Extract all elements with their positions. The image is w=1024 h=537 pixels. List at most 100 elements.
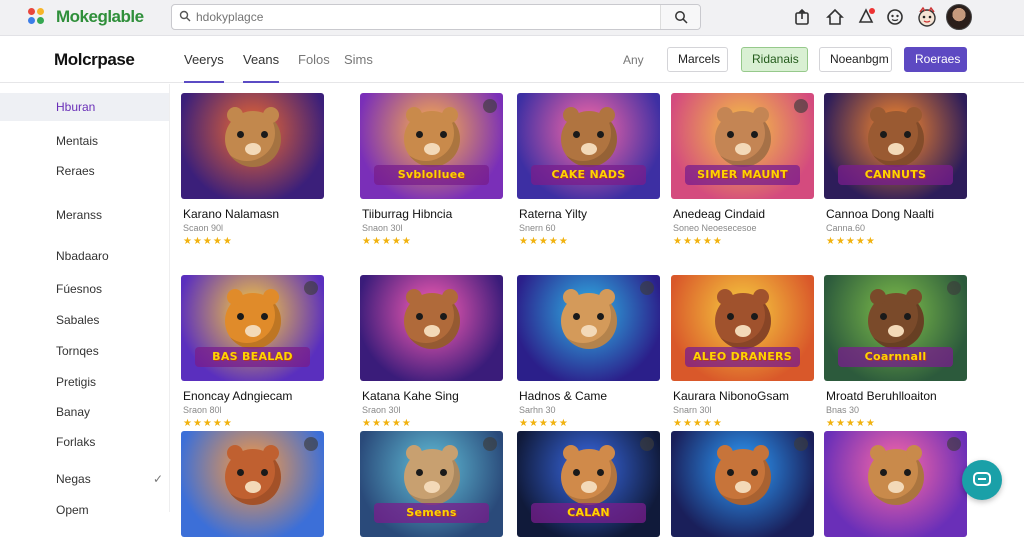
tab-veerys[interactable]: Veerys — [184, 52, 224, 83]
game-title[interactable]: Enoncay Adngiecam — [183, 389, 333, 403]
badge-icon — [304, 281, 318, 295]
sidebar-item-sabales[interactable]: Sabales — [0, 306, 169, 334]
sidebar-item-label: Meranss — [56, 208, 103, 222]
sidebar-item-negas[interactable]: Negas ✓ — [0, 465, 169, 493]
game-thumbnail[interactable] — [517, 275, 660, 381]
sidebar-item-meranss[interactable]: Meranss — [0, 201, 169, 229]
game-title[interactable]: Cannoa Dong Naalti — [826, 207, 976, 221]
sidebar-item-forlaks[interactable]: Forlaks — [0, 428, 169, 456]
search-input[interactable] — [196, 8, 626, 26]
game-subtitle: Snern 60 — [519, 223, 556, 233]
badge-icon — [483, 437, 497, 451]
sidebar-item-label: Banay — [56, 405, 91, 419]
rating-stars: ★★★★★ — [362, 236, 412, 247]
game-title[interactable]: Tiiburrag Hibncia — [362, 207, 512, 221]
badge-icon — [483, 99, 497, 113]
rating-stars: ★★★★★ — [519, 236, 569, 247]
game-banner: CALAN — [531, 503, 646, 523]
sidebar-item-tornqes[interactable]: Tornqes — [0, 337, 169, 365]
search-bar[interactable] — [171, 4, 701, 30]
badge-icon — [794, 99, 808, 113]
sidebar-item-mentais[interactable]: Mentais — [0, 127, 169, 155]
search-icon — [675, 11, 688, 24]
noeanbgm-button[interactable]: Noeanbgm — [819, 47, 892, 72]
game-subtitle: Scaon 90l — [183, 223, 224, 233]
rating-stars: ★★★★★ — [519, 418, 569, 429]
search-icon — [179, 10, 191, 22]
sidebar-item-label: Mentais — [56, 134, 99, 148]
top-bar: Mokeglable — [0, 0, 1024, 36]
ridanais-button[interactable]: Ridanais — [741, 47, 808, 72]
page-brand[interactable]: Molcrpase — [54, 50, 135, 70]
game-title[interactable]: Mroatd Beruhlloaiton — [826, 389, 976, 403]
game-thumbnail[interactable] — [824, 431, 967, 537]
game-thumbnail[interactable] — [181, 93, 324, 199]
game-thumbnail[interactable]: CANNUTS — [824, 93, 967, 199]
game-title[interactable]: Kaurara NibonoGsam — [673, 389, 823, 403]
game-thumbnail[interactable]: CAKE NADS — [517, 93, 660, 199]
game-thumbnail[interactable]: ALEO DRANERS — [671, 275, 814, 381]
chat-icon — [973, 472, 991, 486]
secondary-header: Molcrpase Veerys Veans Folos Sims Any Ma… — [0, 37, 1024, 83]
sidebar-item-pretigis[interactable]: Pretigis — [0, 368, 169, 396]
notifications-icon[interactable] — [856, 7, 878, 29]
game-banner: Coarnnall — [838, 347, 953, 367]
rating-stars: ★★★★★ — [183, 236, 233, 247]
game-banner: CANNUTS — [838, 165, 953, 185]
avatar[interactable] — [946, 4, 972, 30]
marcels-button[interactable]: Marcels — [667, 47, 728, 72]
game-thumbnail[interactable] — [671, 431, 814, 537]
game-title[interactable]: Karano Nalamasn — [183, 207, 333, 221]
sidebar-item-label: Opem — [56, 503, 89, 517]
home-icon[interactable] — [825, 7, 847, 29]
sidebar-item-label: Forlaks — [56, 435, 96, 449]
game-subtitle: Snarn 30l — [673, 405, 712, 415]
filter-any-label[interactable]: Any — [623, 53, 644, 67]
chat-button[interactable] — [962, 460, 1002, 500]
badge-icon — [947, 281, 961, 295]
sidebar-item-hburan[interactable]: Hburan — [0, 93, 169, 121]
tab-folos[interactable]: Folos — [298, 52, 330, 83]
app-name[interactable]: Mokeglable — [56, 7, 144, 27]
game-thumbnail[interactable]: BAS BEALAD — [181, 275, 324, 381]
game-thumbnail[interactable]: SIMER MAUNT — [671, 93, 814, 199]
rating-stars: ★★★★★ — [362, 418, 412, 429]
app-logo-icon[interactable] — [28, 8, 46, 26]
game-title[interactable]: Anedeag Cindaid — [673, 207, 823, 221]
sidebar-item-reraes[interactable]: Reraes — [0, 157, 169, 185]
sidebar-item-label: Sabales — [56, 313, 100, 327]
badge-icon — [794, 437, 808, 451]
game-thumbnail[interactable]: Semens — [360, 431, 503, 537]
game-subtitle: Bnas 30 — [826, 405, 860, 415]
game-thumbnail[interactable]: Coarnnall — [824, 275, 967, 381]
sidebar-item-opem[interactable]: Opem — [0, 496, 169, 524]
game-thumbnail[interactable] — [181, 431, 324, 537]
game-banner: SIMER MAUNT — [685, 165, 800, 185]
upload-icon[interactable] — [792, 7, 814, 29]
badge-icon — [947, 437, 961, 451]
sidebar-item-label: Hburan — [56, 100, 96, 114]
search-button[interactable] — [660, 5, 700, 29]
tab-veans[interactable]: Veans — [243, 52, 280, 83]
roeraes-button[interactable]: Roeraes — [904, 47, 967, 72]
game-thumbnail[interactable]: Svblolluee — [360, 93, 503, 199]
rating-stars: ★★★★★ — [673, 418, 723, 429]
game-thumbnail[interactable]: CALAN — [517, 431, 660, 537]
game-banner: BAS BEALAD — [195, 347, 310, 367]
rating-stars: ★★★★★ — [826, 236, 876, 247]
sidebar-item-nbadaaro[interactable]: Nbadaaro — [0, 242, 169, 270]
settings-icon[interactable] — [885, 7, 907, 29]
game-title[interactable]: Hadnos & Came — [519, 389, 669, 403]
mascot-icon[interactable] — [915, 5, 937, 27]
sidebar-item-banay[interactable]: Banay — [0, 398, 169, 426]
game-thumbnail[interactable] — [360, 275, 503, 381]
badge-icon — [304, 437, 318, 451]
tab-sims[interactable]: Sims — [344, 52, 373, 83]
game-banner: Semens — [374, 503, 489, 523]
game-subtitle: Sraon 30l — [362, 405, 401, 415]
sidebar-item-fuesnos[interactable]: Fúesnos — [0, 275, 169, 303]
game-title[interactable]: Raterna Yilty — [519, 207, 669, 221]
rating-stars: ★★★★★ — [183, 418, 233, 429]
sidebar-item-label: Tornqes — [56, 344, 99, 358]
game-title[interactable]: Katana Kahe Sing — [362, 389, 512, 403]
